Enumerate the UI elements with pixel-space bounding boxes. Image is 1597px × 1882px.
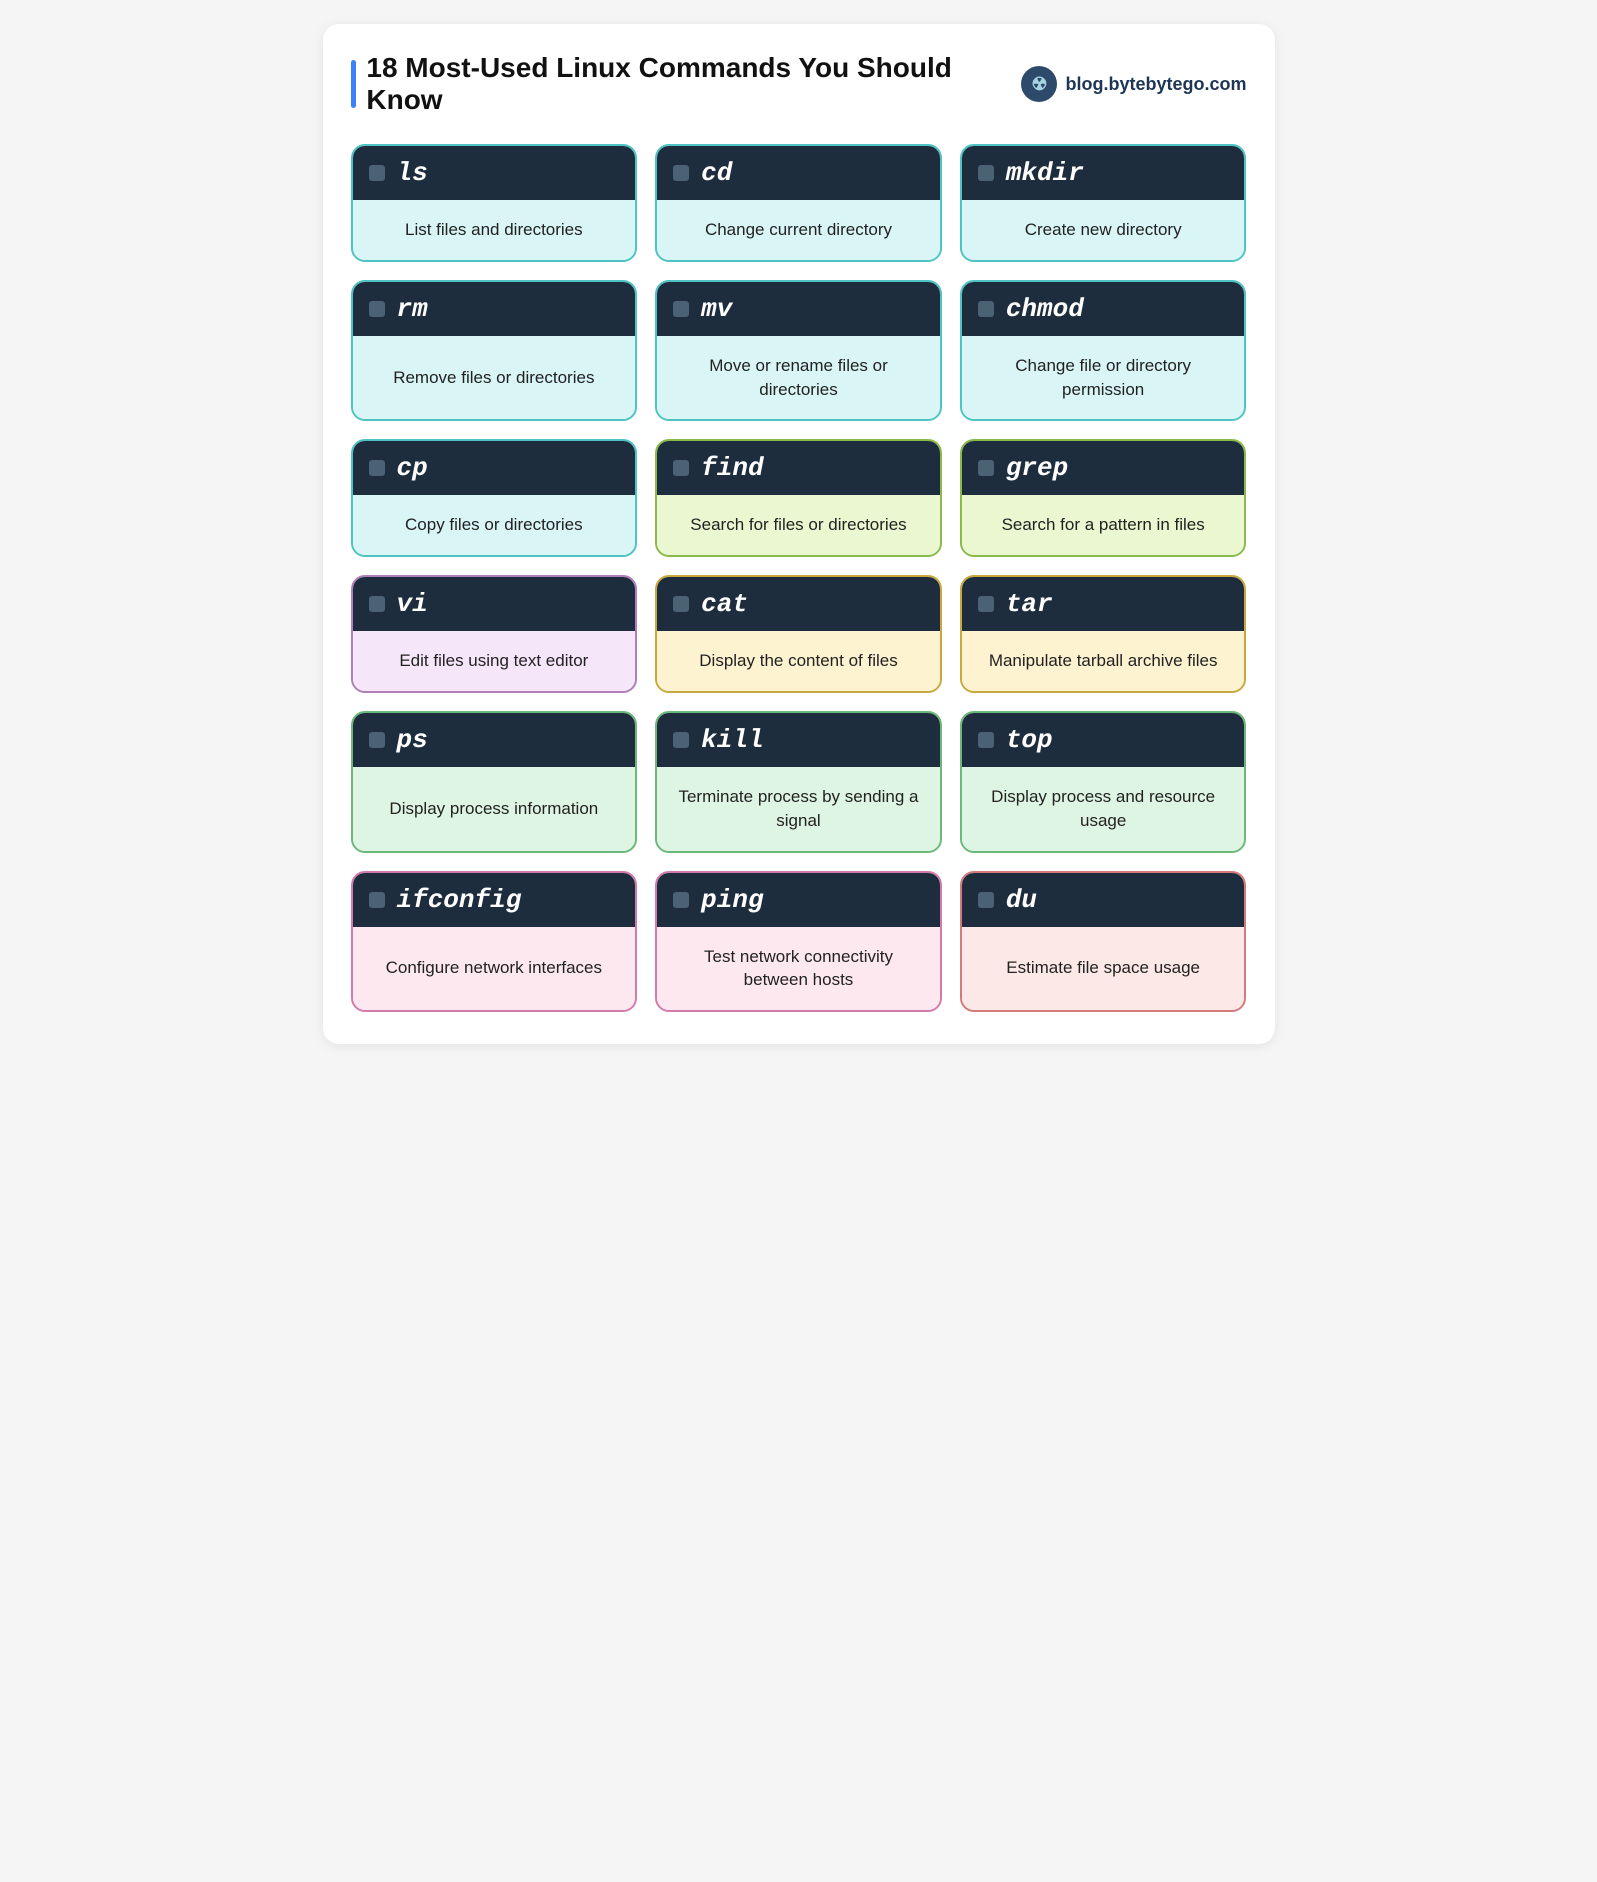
card-description-cat: Display the content of files (657, 631, 940, 691)
card-header-chmod: chmod (962, 282, 1245, 336)
command-name-grep: grep (1006, 453, 1068, 483)
commands-grid: ls List files and directories cd Change cur… (351, 144, 1247, 1012)
command-name-find: find (701, 453, 763, 483)
card-grep: grep Search for a pattern in files (960, 439, 1247, 557)
terminal-icon-cd (673, 165, 689, 181)
command-name-chmod: chmod (1006, 294, 1084, 324)
command-name-mv: mv (701, 294, 732, 324)
card-header-cp: cp (353, 441, 636, 495)
card-ps: ps Display process information (351, 711, 638, 853)
card-mkdir: mkdir Create new directory (960, 144, 1247, 262)
terminal-icon-cp (369, 460, 385, 476)
card-description-ifconfig: Configure network interfaces (353, 927, 636, 1011)
terminal-icon-top (978, 732, 994, 748)
terminal-icon-tar (978, 596, 994, 612)
card-description-find: Search for files or directories (657, 495, 940, 555)
page-wrapper: 18 Most-Used Linux Commands You Should K… (323, 24, 1275, 1044)
card-header-tar: tar (962, 577, 1245, 631)
card-chmod: chmod Change file or directory permission (960, 280, 1247, 422)
card-header-du: du (962, 873, 1245, 927)
card-header-top: top (962, 713, 1245, 767)
command-name-cd: cd (701, 158, 732, 188)
card-header-ps: ps (353, 713, 636, 767)
card-description-cp: Copy files or directories (353, 495, 636, 555)
command-name-ifconfig: ifconfig (397, 885, 522, 915)
logo-icon: ☢ (1021, 66, 1057, 102)
card-cp: cp Copy files or directories (351, 439, 638, 557)
command-name-rm: rm (397, 294, 428, 324)
card-header-rm: rm (353, 282, 636, 336)
card-header-mkdir: mkdir (962, 146, 1245, 200)
header-logo: ☢ blog.bytebytego.com (1021, 66, 1246, 102)
card-header-ping: ping (657, 873, 940, 927)
card-header-kill: kill (657, 713, 940, 767)
card-description-chmod: Change file or directory permission (962, 336, 1245, 420)
card-header-ls: ls (353, 146, 636, 200)
command-name-ls: ls (397, 158, 428, 188)
card-mv: mv Move or rename files or directories (655, 280, 942, 422)
command-name-kill: kill (701, 725, 763, 755)
command-name-top: top (1006, 725, 1053, 755)
header-title-group: 18 Most-Used Linux Commands You Should K… (351, 52, 1022, 116)
command-name-tar: tar (1006, 589, 1053, 619)
terminal-icon-cat (673, 596, 689, 612)
command-name-ps: ps (397, 725, 428, 755)
card-description-ping: Test network connectivity between hosts (657, 927, 940, 1011)
accent-bar (351, 60, 357, 108)
command-name-cp: cp (397, 453, 428, 483)
terminal-icon-vi (369, 596, 385, 612)
card-tar: tar Manipulate tarball archive files (960, 575, 1247, 693)
card-description-vi: Edit files using text editor (353, 631, 636, 691)
card-description-ls: List files and directories (353, 200, 636, 260)
command-name-du: du (1006, 885, 1037, 915)
card-du: du Estimate file space usage (960, 871, 1247, 1013)
card-ifconfig: ifconfig Configure network interfaces (351, 871, 638, 1013)
command-name-ping: ping (701, 885, 763, 915)
terminal-icon-kill (673, 732, 689, 748)
card-header-ifconfig: ifconfig (353, 873, 636, 927)
terminal-icon-ps (369, 732, 385, 748)
command-name-vi: vi (397, 589, 428, 619)
card-header-cat: cat (657, 577, 940, 631)
terminal-icon-rm (369, 301, 385, 317)
command-name-mkdir: mkdir (1006, 158, 1084, 188)
command-name-cat: cat (701, 589, 748, 619)
terminal-icon-ls (369, 165, 385, 181)
card-description-ps: Display process information (353, 767, 636, 851)
terminal-icon-find (673, 460, 689, 476)
card-description-mv: Move or rename files or directories (657, 336, 940, 420)
card-find: find Search for files or directories (655, 439, 942, 557)
card-cd: cd Change current directory (655, 144, 942, 262)
terminal-icon-grep (978, 460, 994, 476)
card-header-vi: vi (353, 577, 636, 631)
card-cat: cat Display the content of files (655, 575, 942, 693)
card-header-grep: grep (962, 441, 1245, 495)
terminal-icon-ifconfig (369, 892, 385, 908)
terminal-icon-mkdir (978, 165, 994, 181)
card-ping: ping Test network connectivity between ho… (655, 871, 942, 1013)
terminal-icon-chmod (978, 301, 994, 317)
card-description-tar: Manipulate tarball archive files (962, 631, 1245, 691)
card-description-rm: Remove files or directories (353, 336, 636, 420)
card-description-mkdir: Create new directory (962, 200, 1245, 260)
header: 18 Most-Used Linux Commands You Should K… (351, 52, 1247, 116)
card-kill: kill Terminate process by sending a signa… (655, 711, 942, 853)
card-header-find: find (657, 441, 940, 495)
card-header-cd: cd (657, 146, 940, 200)
card-rm: rm Remove files or directories (351, 280, 638, 422)
card-description-top: Display process and resource usage (962, 767, 1245, 851)
card-description-grep: Search for a pattern in files (962, 495, 1245, 555)
card-top: top Display process and resource usage (960, 711, 1247, 853)
card-description-cd: Change current directory (657, 200, 940, 260)
card-description-kill: Terminate process by sending a signal (657, 767, 940, 851)
card-ls: ls List files and directories (351, 144, 638, 262)
card-vi: vi Edit files using text editor (351, 575, 638, 693)
terminal-icon-mv (673, 301, 689, 317)
terminal-icon-ping (673, 892, 689, 908)
card-header-mv: mv (657, 282, 940, 336)
card-description-du: Estimate file space usage (962, 927, 1245, 1011)
terminal-icon-du (978, 892, 994, 908)
page-title: 18 Most-Used Linux Commands You Should K… (366, 52, 1021, 116)
logo-text: blog.bytebytego.com (1065, 74, 1246, 95)
